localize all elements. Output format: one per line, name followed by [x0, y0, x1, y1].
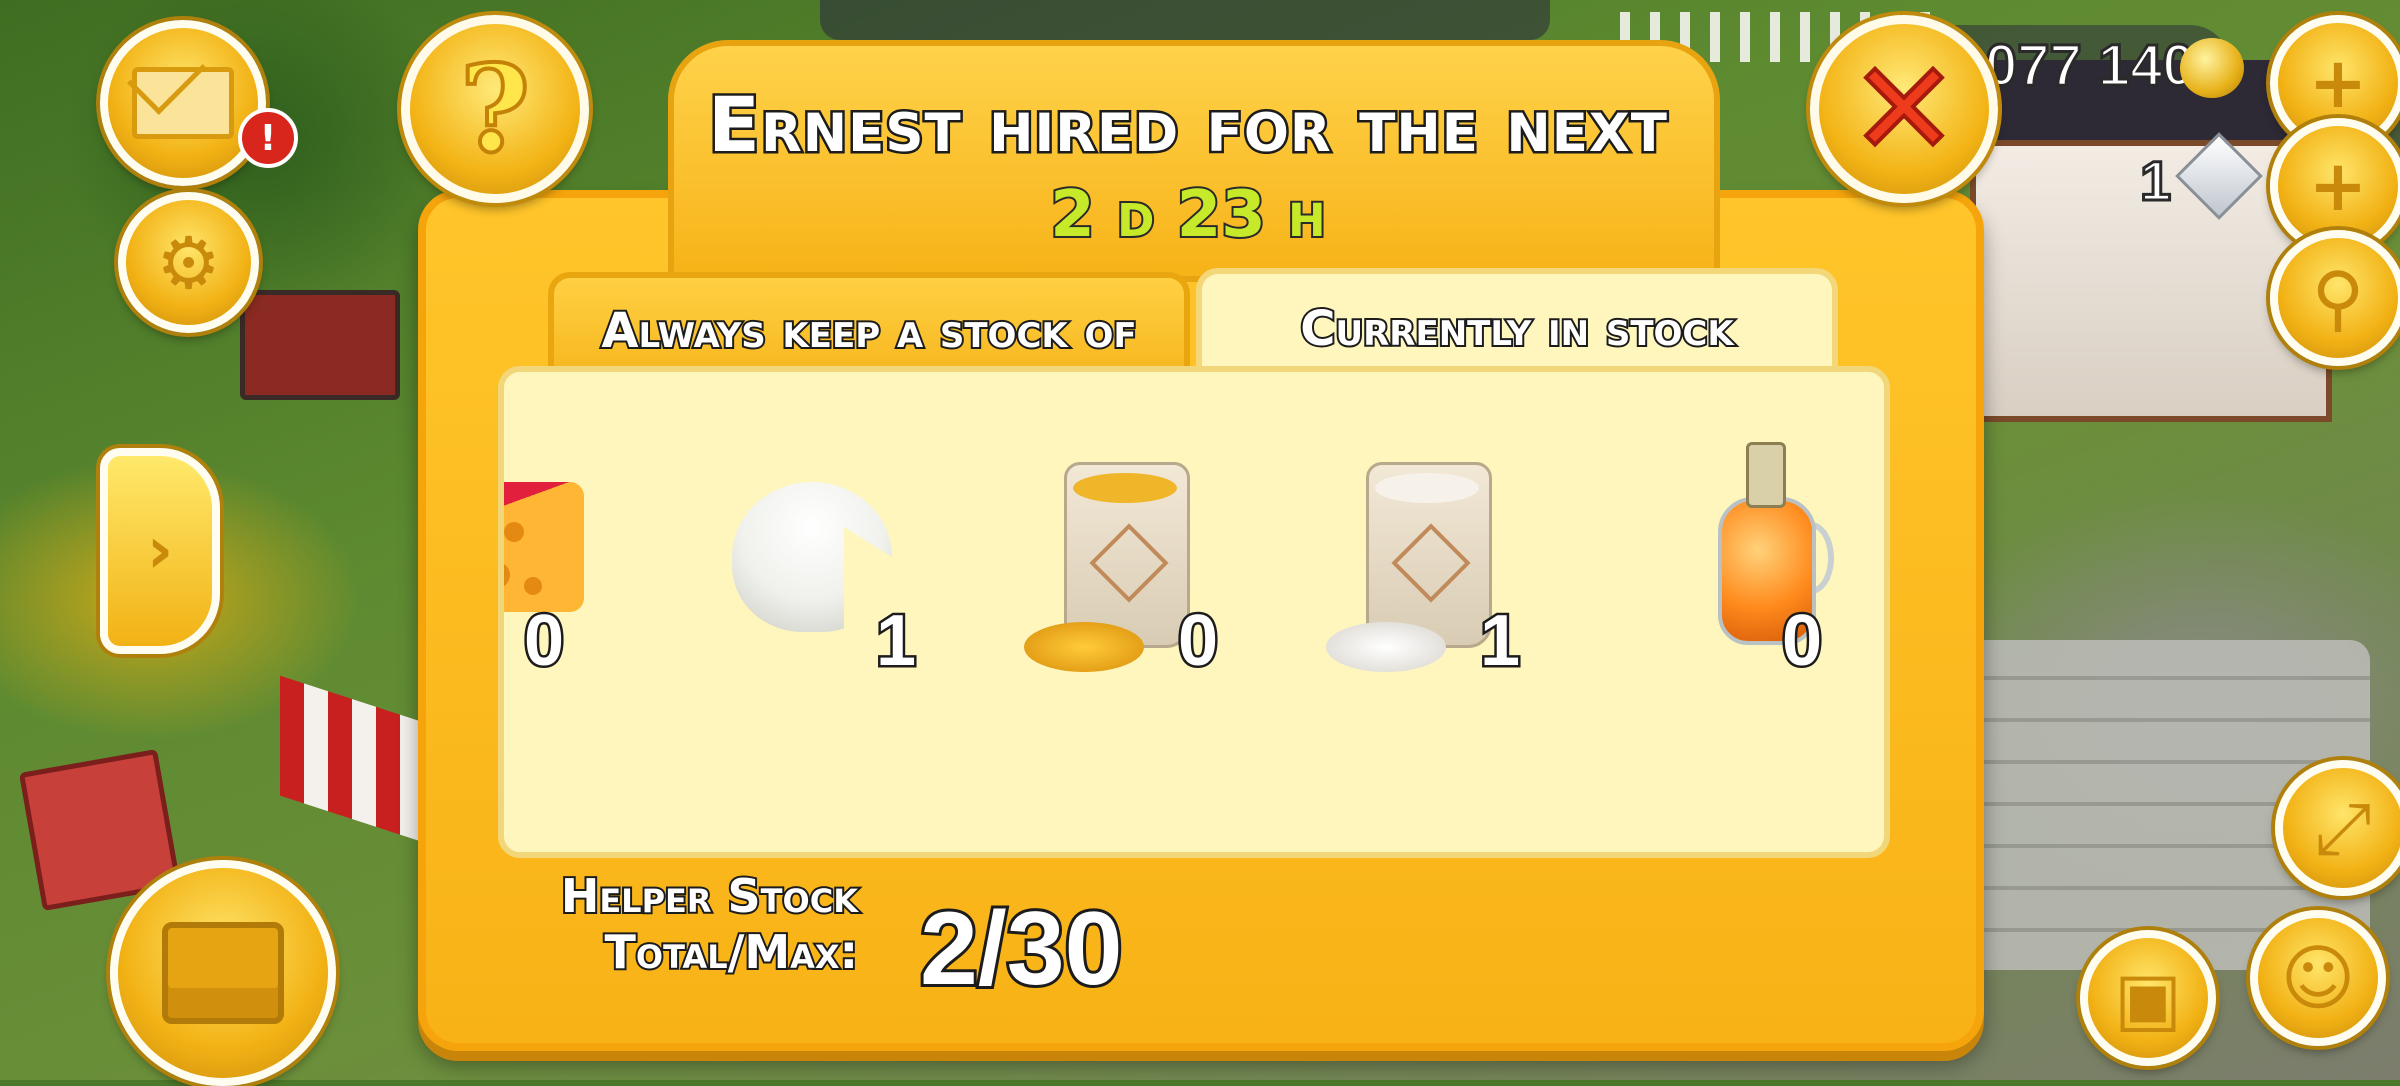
- search-button[interactable]: ⚲: [2270, 230, 2400, 366]
- item-count: 0: [1175, 599, 1220, 684]
- decorations-button[interactable]: ▣: [2080, 930, 2216, 1066]
- tab-label: Always keep a stock of: [599, 301, 1138, 361]
- close-icon: ✕: [1848, 31, 1961, 187]
- stock-item[interactable]: 0: [1024, 462, 1224, 684]
- time-remaining: 2 d 23 h: [1048, 176, 1327, 254]
- stock-item[interactable]: 0: [1628, 442, 1834, 684]
- expand-icon: ⤢: [2314, 786, 2372, 870]
- question-mark-icon: ?: [458, 37, 532, 182]
- item-count: 0: [521, 599, 566, 684]
- flour-pile: [1326, 622, 1446, 672]
- gem-count: 1: [2138, 148, 2172, 214]
- coin-icon: [2180, 38, 2244, 98]
- stock-item[interactable]: 1: [1326, 462, 1526, 684]
- cash-register-icon: [162, 922, 284, 1024]
- magnifier-icon: ⚲: [2311, 256, 2365, 340]
- dialog-title: Ernest hired for the next: [706, 78, 1670, 172]
- stock-items-panel[interactable]: 0 1 0 1 0: [498, 366, 1890, 858]
- help-button[interactable]: ?: [401, 15, 589, 203]
- zoom-button[interactable]: ⤢: [2275, 760, 2400, 896]
- friends-button[interactable]: ☺: [2250, 910, 2386, 1046]
- alert-badge: !: [238, 108, 298, 168]
- doghouse: [240, 290, 400, 400]
- feed-pile: [1024, 622, 1144, 672]
- item-count: 1: [873, 599, 918, 684]
- goat-cheese-icon: [732, 482, 892, 632]
- expand-side-panel-button[interactable]: ›: [100, 448, 220, 654]
- helper-stock-label-line2: Total/Max:: [603, 923, 861, 981]
- coin-count: 077 140: [1984, 32, 2197, 100]
- helper-stock-label: Helper Stock Total/Max:: [558, 867, 861, 981]
- chevron-right-icon: ›: [146, 514, 174, 588]
- roadside-shop-awning: [280, 675, 430, 845]
- item-count: 1: [1477, 599, 1522, 684]
- friends-icon: ☺: [2280, 936, 2356, 1020]
- helper-stock-value: 2/30: [917, 888, 1125, 1010]
- mail-icon: [132, 67, 234, 139]
- stock-item[interactable]: 1: [722, 462, 922, 684]
- helper-stock-label-line1: Helper Stock: [559, 867, 860, 925]
- settings-button[interactable]: ⚙: [118, 192, 259, 333]
- corn-feed-sack-icon: [1064, 462, 1190, 648]
- tab-label: Currently in stock: [1298, 299, 1735, 359]
- plus-icon: +: [2308, 42, 2368, 124]
- stock-item[interactable]: 0: [504, 462, 704, 684]
- plus-icon: +: [2308, 145, 2368, 227]
- mail-button[interactable]: [100, 20, 266, 186]
- helper-dialog: Ernest hired for the next 2 d 23 h ? ✕ A…: [401, 15, 1998, 1051]
- close-button[interactable]: ✕: [1810, 15, 1998, 203]
- cards-icon: ▣: [2113, 956, 2183, 1040]
- item-count: 0: [1779, 599, 1824, 684]
- gear-icon: ⚙: [156, 220, 221, 305]
- flour-sack-icon: [1366, 462, 1492, 648]
- top-status-bar: [820, 0, 1550, 40]
- cheese-icon: [504, 482, 584, 612]
- roadside-shop-button[interactable]: [110, 860, 336, 1086]
